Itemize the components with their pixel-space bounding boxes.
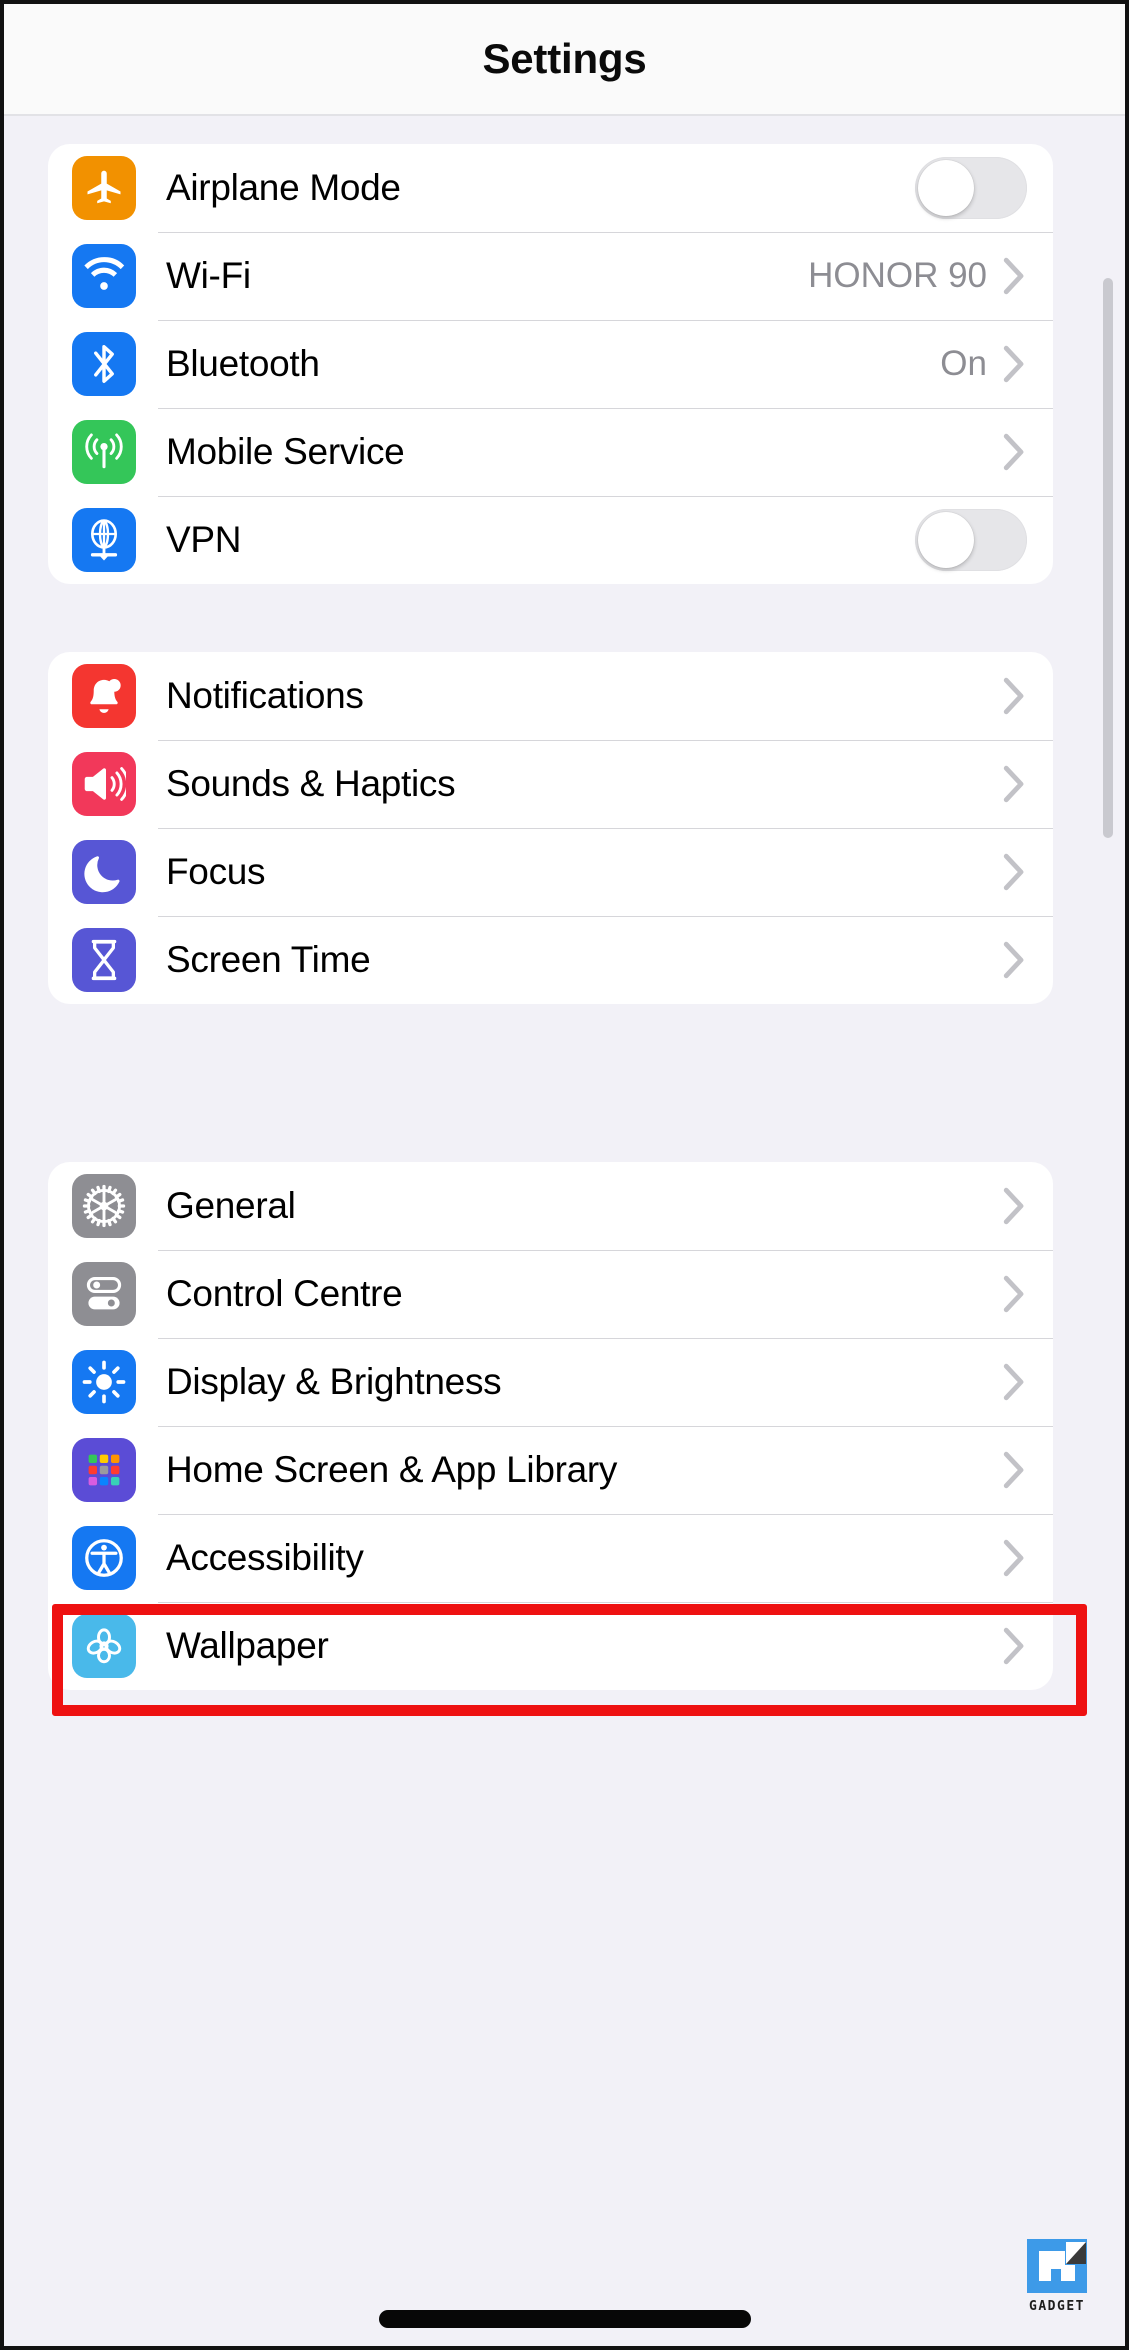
screen-edge-right [1125,0,1129,2350]
settings-row-label: VPN [166,519,242,560]
settings-row[interactable]: Notifications [48,652,1053,740]
settings-row-label: Notifications [166,675,364,716]
settings-row[interactable]: Accessibility [48,1514,1053,1602]
moon-icon [72,840,136,904]
settings-row-label: General [166,1185,296,1226]
control-centre-icon [72,1262,136,1326]
wifi-icon [72,244,136,308]
watermark-logo: GADGET [1015,2235,1099,2314]
chevron-right-icon [1003,1363,1025,1401]
speaker-icon [72,752,136,816]
chevron-right-icon [1003,345,1025,383]
settings-row[interactable]: Wallpaper [48,1602,1053,1690]
settings-row-label: Wi-Fi [166,255,251,296]
home-indicator[interactable] [378,2310,751,2328]
accessibility-icon [72,1526,136,1590]
toggle-switch[interactable] [915,509,1027,571]
screen-edge-bottom [0,2346,1129,2350]
toggle-switch[interactable] [915,157,1027,219]
bell-icon [72,664,136,728]
phone-screen: Settings Airplane Mode Wi-Fi HONOR 90 Bluet… [0,0,1129,2350]
chevron-right-icon [1003,1275,1025,1313]
settings-row-label: Mobile Service [166,431,405,472]
toggle-knob [918,512,974,568]
settings-row-label: Bluetooth [166,343,320,384]
chevron-right-icon [1003,257,1025,295]
settings-row[interactable]: Bluetooth On [48,320,1053,408]
settings-group-connectivity: Airplane Mode Wi-Fi HONOR 90 Bluetooth On Mob… [48,144,1053,584]
settings-row-value: HONOR 90 [808,256,987,295]
settings-row-label: Accessibility [166,1537,364,1578]
settings-row[interactable]: Focus [48,828,1053,916]
settings-row-label: Home Screen & App Library [166,1449,618,1490]
navigation-bar: Settings [4,4,1125,116]
chevron-right-icon [1003,941,1025,979]
settings-row[interactable]: Home Screen & App Library [48,1426,1053,1514]
chevron-right-icon [1003,1187,1025,1225]
settings-row[interactable]: VPN [48,496,1053,584]
vpn-globe-icon [72,508,136,572]
settings-row[interactable]: Screen Time [48,916,1053,1004]
settings-row-value: On [940,344,987,383]
toggle-knob [918,160,974,216]
chevron-right-icon [1003,765,1025,803]
chevron-right-icon [1003,1451,1025,1489]
settings-row-label: Wallpaper [166,1625,329,1666]
chevron-right-icon [1003,433,1025,471]
chevron-right-icon [1003,1627,1025,1665]
settings-row[interactable]: Display & Brightness [48,1338,1053,1426]
bluetooth-icon [72,332,136,396]
settings-row-label: Display & Brightness [166,1361,502,1402]
gear-icon [72,1174,136,1238]
settings-row[interactable]: Airplane Mode [48,144,1053,232]
chevron-right-icon [1003,853,1025,891]
antenna-icon [72,420,136,484]
app-grid-icon [72,1438,136,1502]
airplane-icon [72,156,136,220]
settings-row-label: Sounds & Haptics [166,763,456,804]
watermark-text: GADGET [1029,2299,1085,2314]
chevron-right-icon [1003,677,1025,715]
settings-row[interactable]: Control Centre [48,1250,1053,1338]
wallpaper-flower-icon [72,1614,136,1678]
page-title: Settings [482,35,647,82]
settings-row[interactable]: Mobile Service [48,408,1053,496]
hourglass-icon [72,928,136,992]
settings-group-alerts: Notifications Sounds & Haptics Focus Screen… [48,652,1053,1004]
settings-row-label: Airplane Mode [166,167,401,208]
settings-row[interactable]: Wi-Fi HONOR 90 [48,232,1053,320]
brightness-sun-icon [72,1350,136,1414]
settings-row-label: Screen Time [166,939,371,980]
settings-row[interactable]: General [48,1162,1053,1250]
settings-scroll-area[interactable]: Airplane Mode Wi-Fi HONOR 90 Bluetooth On Mob… [4,118,1125,2346]
vertical-scrollbar[interactable] [1103,278,1113,838]
settings-group-system: General Control Centre Display & Brightne… [48,1162,1053,1690]
settings-row-label: Control Centre [166,1273,403,1314]
settings-row-label: Focus [166,851,266,892]
chevron-right-icon [1003,1539,1025,1577]
gadget-logo-icon [1025,2235,1089,2297]
settings-row[interactable]: Sounds & Haptics [48,740,1053,828]
